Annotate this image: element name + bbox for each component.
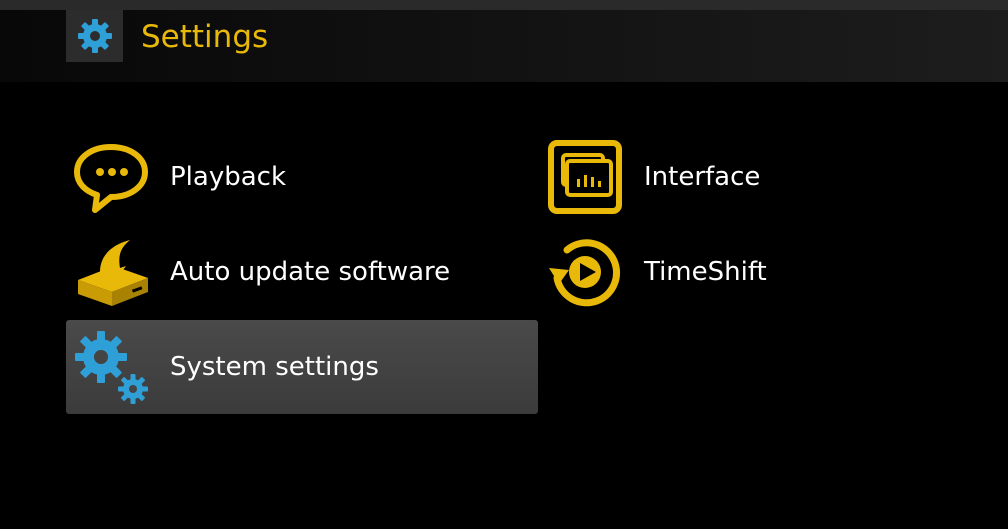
gear-icon: [66, 10, 123, 62]
menu-item-interface[interactable]: Interface: [540, 130, 1000, 224]
menu-item-timeshift[interactable]: TimeShift: [540, 225, 1000, 319]
interface-icon: [540, 130, 630, 224]
chat-bubble-icon: [66, 130, 156, 224]
update-box-icon: [66, 225, 156, 319]
gears-icon: [66, 320, 156, 414]
header-bar: Settings: [0, 10, 1008, 82]
menu-item-label: TimeShift: [644, 257, 767, 287]
menu-item-label: System settings: [170, 352, 379, 382]
menu-item-auto-update-software[interactable]: Auto update software: [66, 225, 536, 319]
top-bar: [0, 0, 1008, 10]
menu-item-label: Interface: [644, 162, 761, 192]
menu-item-playback[interactable]: Playback: [66, 130, 536, 224]
page-title: Settings: [141, 19, 269, 55]
menu-item-system-settings[interactable]: System settings: [66, 320, 538, 414]
menu-item-label: Playback: [170, 162, 287, 192]
timeshift-icon: [540, 225, 630, 319]
menu-item-label: Auto update software: [170, 257, 451, 287]
